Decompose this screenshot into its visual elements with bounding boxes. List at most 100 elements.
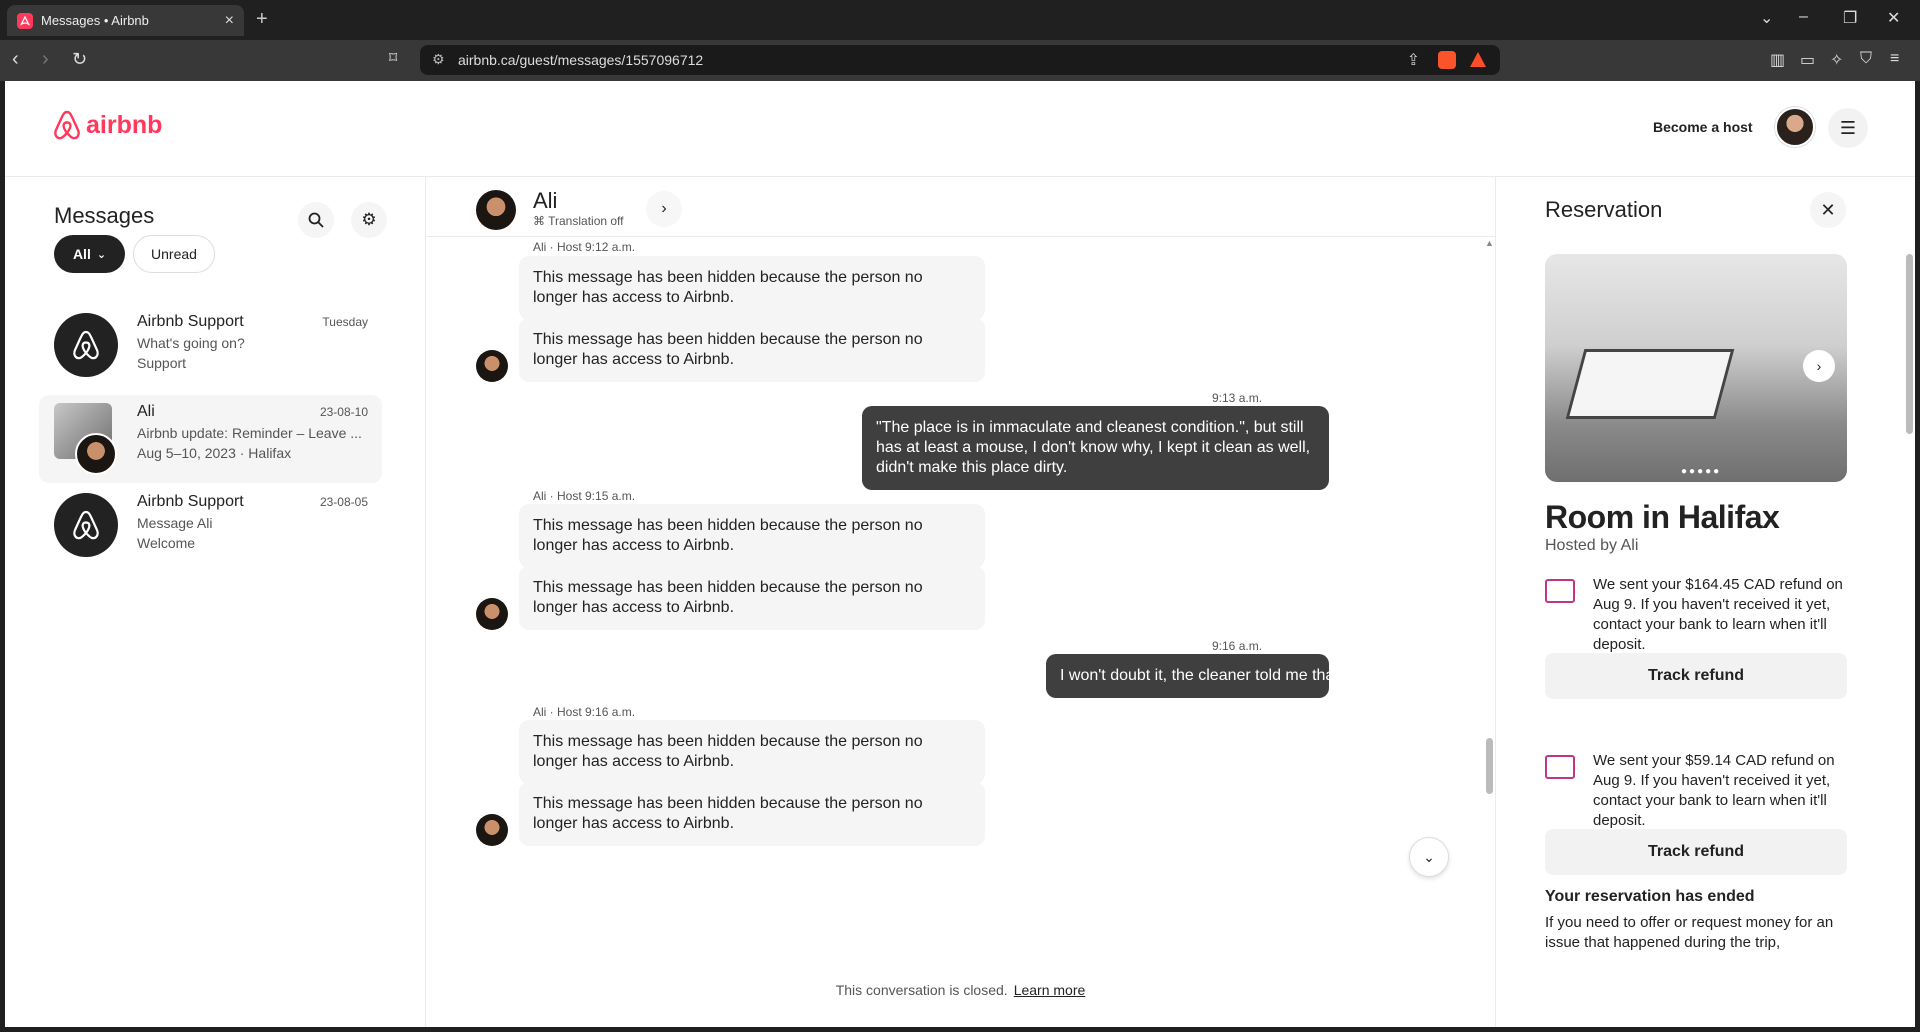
chevron-right-icon[interactable]: › (1803, 350, 1835, 382)
message-meta: Ali · Host 9:15 a.m. (533, 489, 636, 503)
search-icon[interactable] (298, 202, 334, 238)
user-avatar[interactable] (1775, 107, 1815, 147)
track-refund-button[interactable]: Track refund (1545, 829, 1847, 875)
chevron-right-icon[interactable]: › (646, 191, 682, 227)
browser-tab[interactable]: Messages • Airbnb × (7, 5, 244, 36)
reload-icon[interactable]: ↻ (72, 48, 87, 70)
message-bubble: This message has been hidden because the… (519, 318, 985, 382)
message-meta: 9:16 a.m. (1212, 639, 1263, 653)
conversation-detail: Support (137, 355, 187, 371)
message-meta: Ali · Host 9:16 a.m. (533, 705, 636, 719)
refund-money-icon (1545, 755, 1575, 779)
chevron-down-icon: ⌄ (96, 248, 107, 261)
messages-title: Messages (54, 203, 155, 228)
brave-shields-icon[interactable] (1438, 51, 1456, 69)
back-icon[interactable]: ‹ (12, 48, 19, 70)
host-avatar (75, 433, 117, 475)
message-bubble: This message has been hidden because the… (519, 720, 985, 784)
close-icon[interactable]: ✕ (1810, 192, 1846, 228)
page-viewport: airbnb Become a host ☰ Messages ⚙ All ⌄ … (5, 81, 1915, 1027)
message-meta: 9:13 a.m. (1212, 391, 1263, 405)
restore-icon[interactable]: ❐ (1843, 8, 1857, 28)
my-message-bubble: "The place is in immaculate and cleanest… (862, 406, 1329, 490)
reservation-ended-text: If you need to offer or request money fo… (1545, 914, 1834, 951)
translate-icon: ⌘ (533, 214, 549, 228)
translation-label: Translation off (548, 214, 624, 228)
window-close-icon[interactable]: ✕ (1887, 8, 1900, 28)
settings-gear-icon[interactable]: ⚙ (351, 202, 387, 238)
chat-contact-name: Ali (533, 188, 558, 213)
conversation-airbnb-support-1[interactable]: Airbnb Support Tuesday What's going on? … (39, 305, 382, 393)
wallet-icon[interactable]: ▭ (1800, 50, 1815, 70)
conversation-ali[interactable]: Ali 23-08-10 Airbnb update: Reminder – L… (39, 395, 382, 483)
bed-image (1565, 349, 1735, 419)
photo-pagination-dots: ●●●●● (1681, 466, 1722, 477)
tab-close-icon[interactable]: × (225, 12, 234, 30)
vpn-shield-icon[interactable]: ⛉ (1860, 50, 1872, 68)
conversation-preview: What's going on? (137, 335, 245, 351)
conversation-name: Airbnb Support (137, 313, 244, 330)
bookmark-icon[interactable]: ⌑ (389, 48, 397, 70)
sidebar-toggle-icon[interactable]: ▥ (1770, 50, 1785, 70)
room-title: Room in Halifax (1545, 499, 1780, 535)
conversation-detail: Welcome (137, 535, 196, 551)
brave-rewards-icon[interactable] (1470, 52, 1486, 67)
hamburger-menu-icon[interactable]: ☰ (1828, 108, 1868, 148)
host-avatar[interactable] (476, 190, 516, 230)
leo-ai-icon[interactable]: ✧ (1830, 50, 1843, 70)
airbnb-avatar-icon (54, 493, 118, 557)
track-refund-button[interactable]: Track refund (1545, 653, 1847, 699)
scroll-to-bottom-button[interactable]: ⌄ (1409, 837, 1449, 877)
forward-icon[interactable]: › (42, 48, 49, 70)
filter-all-button[interactable]: All ⌄ (54, 235, 125, 273)
address-bar[interactable]: ⚙ airbnb.ca/guest/messages/1557096712 ⇪ (420, 45, 1500, 75)
message-thread: Ali · Host 9:12 a.m. This message has be… (426, 238, 1495, 968)
learn-more-link[interactable]: Learn more (1014, 982, 1086, 998)
scroll-up-icon[interactable]: ▲ (1485, 238, 1494, 248)
browser-menu-icon[interactable]: ≡ (1890, 50, 1899, 68)
refund-text: We sent your $164.45 CAD refund on Aug 9… (1593, 576, 1843, 653)
chevron-down-icon: ⌄ (1423, 848, 1435, 865)
conversation-date: 23-08-05 (319, 495, 368, 509)
conversation-date: 23-08-10 (319, 405, 368, 419)
share-icon[interactable]: ⇪ (1407, 50, 1420, 70)
closed-text: This conversation is closed. (835, 982, 1008, 998)
chat-scrollbar-thumb[interactable] (1486, 738, 1493, 794)
message-bubble: This message has been hidden because the… (519, 566, 985, 630)
tab-list-chevron-icon[interactable]: ⌄ (1760, 8, 1773, 28)
site-settings-icon[interactable]: ⚙ (432, 51, 445, 68)
hosted-by: Hosted by Ali (1545, 537, 1639, 554)
chat-header: Ali ⌘ Translation off › (426, 177, 1495, 237)
refund-money-icon (1545, 579, 1575, 603)
chat-scrollbar[interactable]: ▲ (1484, 238, 1494, 968)
reservation-scrollbar[interactable] (1906, 254, 1913, 434)
listing-photo[interactable]: › ●●●●● (1545, 254, 1847, 482)
filter-unread-button[interactable]: Unread (133, 235, 215, 273)
message-meta: Ali · Host 9:12 a.m. (533, 240, 636, 254)
conversation-airbnb-support-2[interactable]: Airbnb Support 23-08-05 Message Ali Welc… (39, 485, 382, 573)
message-bubble: This message has been hidden because the… (519, 782, 985, 846)
conversation-name: Airbnb Support (137, 493, 244, 510)
translation-status[interactable]: ⌘ Translation off (533, 214, 624, 228)
airbnb-avatar-icon (54, 313, 118, 377)
airbnb-logo-icon (54, 110, 80, 140)
become-host-link[interactable]: Become a host (1653, 119, 1753, 135)
host-avatar (476, 814, 508, 846)
host-avatar (476, 598, 508, 630)
url-text: airbnb.ca/guest/messages/1557096712 (458, 52, 704, 68)
message-bubble: This message has been hidden because the… (519, 504, 985, 568)
refund-text: We sent your $59.14 CAD refund on Aug 9.… (1593, 752, 1835, 829)
filter-all-label: All (72, 246, 91, 262)
new-tab-icon[interactable]: + (256, 8, 268, 31)
airbnb-favicon-icon (17, 12, 33, 29)
conversation-name: Ali (137, 403, 155, 420)
message-bubble: This message has been hidden because the… (519, 256, 985, 320)
airbnb-logo[interactable]: airbnb (52, 109, 162, 141)
conversation-closed-note: This conversation is closed. Learn more (426, 982, 1495, 998)
browser-toolbar: ‹ › ↻ ⌑ ⚙ airbnb.ca/guest/messages/15570… (0, 40, 1920, 81)
conversation-detail: Aug 5–10, 2023 · Halifax (137, 445, 292, 461)
minimize-icon[interactable]: – (1799, 8, 1808, 26)
reservation-ended-title: Your reservation has ended (1545, 888, 1755, 905)
browser-tabbar: Messages • Airbnb × + ⌄ – ❐ ✕ (0, 0, 1920, 40)
host-avatar (476, 350, 508, 382)
